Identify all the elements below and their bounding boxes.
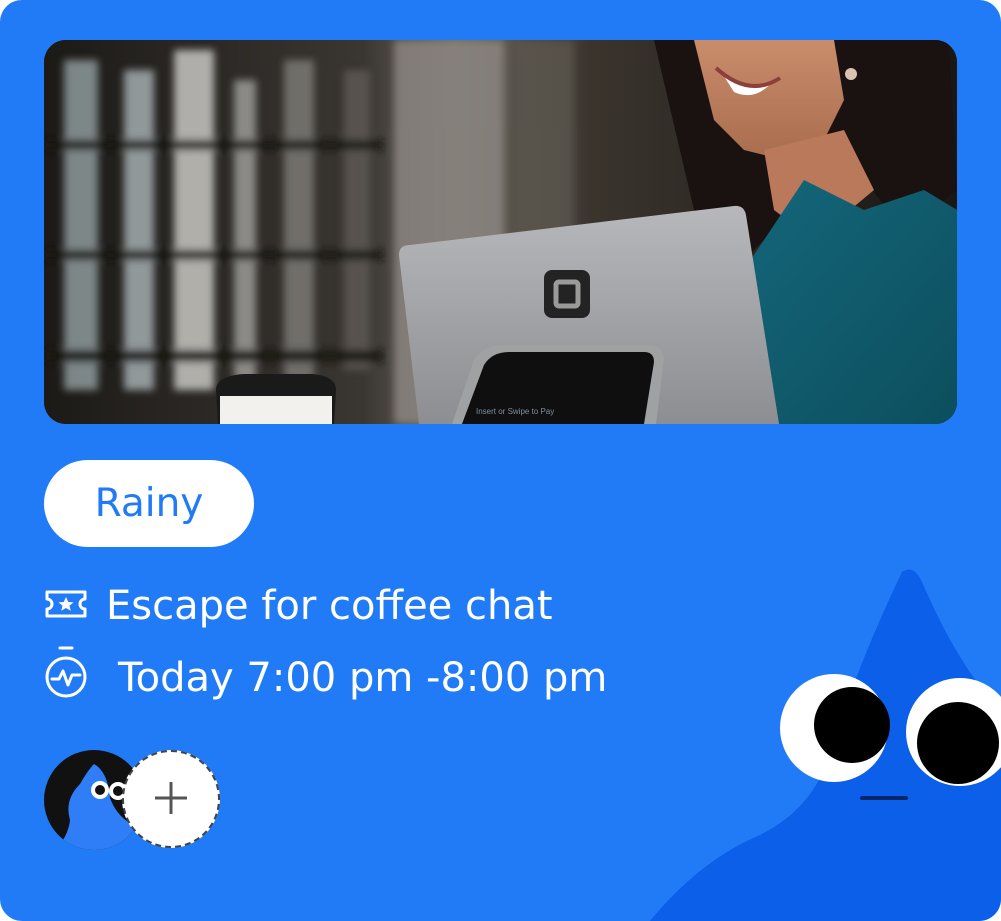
weather-tag-button[interactable]: Rainy bbox=[44, 460, 254, 547]
event-time-row: Today 7:00 pm -8:00 pm bbox=[44, 645, 608, 711]
event-title-row: Escape for coffee chat bbox=[44, 578, 553, 634]
event-photo: Insert or Swipe to Pay bbox=[44, 40, 957, 424]
ticket-icon bbox=[44, 583, 88, 629]
stopwatch-icon bbox=[44, 645, 90, 711]
photo-caption: Insert or Swipe to Pay bbox=[476, 407, 554, 416]
event-time: Today 7:00 pm -8:00 pm bbox=[118, 655, 608, 701]
event-title: Escape for coffee chat bbox=[106, 583, 553, 629]
add-attendee-button[interactable] bbox=[122, 750, 220, 848]
attendee-list bbox=[44, 750, 224, 852]
plus-icon bbox=[151, 778, 191, 821]
raindrop-mascot bbox=[640, 560, 1001, 921]
event-card[interactable]: Insert or Swipe to Pay Rainy Escape for … bbox=[0, 0, 1001, 921]
